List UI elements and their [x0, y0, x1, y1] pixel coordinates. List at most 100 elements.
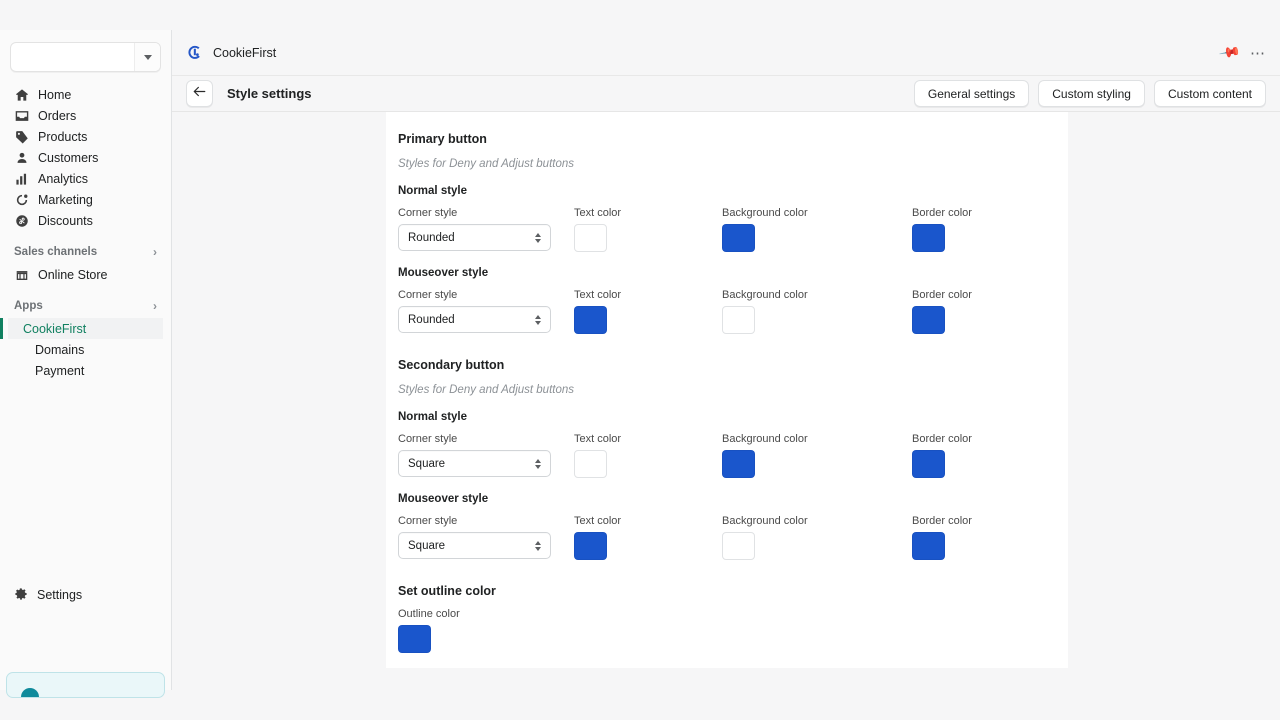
field-label: Background color — [722, 207, 912, 219]
general-settings-button[interactable]: General settings — [914, 80, 1029, 107]
sidebar-item-analytics[interactable]: Analytics — [8, 168, 163, 189]
section-title-outline: Set outline color — [398, 584, 1068, 598]
field-background-color: Background color — [722, 289, 912, 334]
custom-content-button[interactable]: Custom content — [1154, 80, 1266, 107]
text-color-swatch[interactable] — [574, 306, 607, 334]
sidebar-item-label: Customers — [38, 151, 98, 165]
style-heading-primary-normal: Normal style — [398, 185, 1068, 197]
style-heading-secondary-normal: Normal style — [398, 411, 1068, 423]
style-row-secondary-normal: Corner style Square Text color Backgroun… — [398, 433, 1068, 478]
section-subtitle-secondary: Styles for Deny and Adjust buttons — [398, 384, 1068, 396]
sidebar-item-discounts[interactable]: Discounts — [8, 210, 163, 231]
field-text-color: Text color — [574, 289, 722, 334]
settings-label: Settings — [37, 588, 82, 602]
sidebar-item-label: Domains — [35, 343, 84, 357]
stepper-arrows-icon — [535, 315, 541, 325]
app-name: CookieFirst — [213, 46, 276, 60]
background-color-swatch[interactable] — [722, 532, 755, 560]
select-value: Rounded — [408, 232, 455, 244]
corner-style-select[interactable]: Square — [398, 532, 551, 559]
corner-style-select[interactable]: Rounded — [398, 224, 551, 251]
field-corner-style: Corner style Square — [398, 433, 574, 478]
sidebar-bottom-card[interactable] — [6, 672, 165, 698]
text-color-swatch[interactable] — [574, 532, 607, 560]
action-bar: Style settings General settings Custom s… — [172, 76, 1280, 112]
sales-channels-header[interactable]: Sales channels › — [8, 245, 163, 259]
field-label: Border color — [912, 289, 1032, 301]
content-area: Primary button Styles for Deny and Adjus… — [172, 112, 1280, 668]
apps-label: Apps — [14, 300, 43, 312]
back-button[interactable] — [186, 80, 213, 107]
sidebar-item-payment[interactable]: Payment — [8, 360, 163, 381]
sidebar-item-settings[interactable]: Settings — [8, 584, 163, 606]
arrow-left-icon — [192, 84, 207, 104]
field-label: Text color — [574, 515, 722, 527]
sidebar-item-label: Discounts — [38, 214, 93, 228]
sidebar-item-cookiefirst[interactable]: CookieFirst — [8, 318, 163, 339]
gear-icon — [14, 587, 28, 604]
field-label: Background color — [722, 289, 912, 301]
border-color-swatch[interactable] — [912, 532, 945, 560]
marketing-target-icon — [14, 192, 29, 207]
border-color-swatch[interactable] — [912, 450, 945, 478]
section-title-primary: Primary button — [398, 132, 1068, 146]
field-label: Border color — [912, 515, 1032, 527]
field-label: Corner style — [398, 515, 574, 527]
sidebar-item-domains[interactable]: Domains — [8, 339, 163, 360]
sidebar-item-home[interactable]: Home — [8, 84, 163, 105]
store-selector[interactable] — [10, 42, 161, 72]
discounts-percent-icon — [14, 213, 29, 228]
sidebar-item-label: Payment — [35, 364, 84, 378]
border-color-swatch[interactable] — [912, 306, 945, 334]
stepper-arrows-icon — [535, 541, 541, 551]
field-label: Outline color — [398, 608, 574, 620]
settings-card: Primary button Styles for Deny and Adjus… — [386, 112, 1068, 668]
field-corner-style: Corner style Rounded — [398, 289, 574, 334]
style-heading-primary-mouseover: Mouseover style — [398, 267, 1068, 279]
corner-style-select[interactable]: Square — [398, 450, 551, 477]
apps-header[interactable]: Apps › — [8, 299, 163, 313]
sidebar-item-customers[interactable]: Customers — [8, 147, 163, 168]
field-label: Corner style — [398, 433, 574, 445]
sidebar-item-orders[interactable]: Orders — [8, 105, 163, 126]
field-label: Text color — [574, 433, 722, 445]
pin-icon[interactable]: 📌 — [1217, 41, 1241, 65]
field-label: Text color — [574, 207, 722, 219]
custom-styling-button[interactable]: Custom styling — [1038, 80, 1145, 107]
style-row-secondary-mouseover: Corner style Square Text color Backgroun… — [398, 515, 1068, 560]
outline-color-swatch[interactable] — [398, 625, 431, 653]
sidebar-item-products[interactable]: Products — [8, 126, 163, 147]
avatar — [21, 688, 39, 697]
sales-channels-label: Sales channels — [14, 246, 97, 258]
store-icon — [14, 267, 29, 282]
sidebar: Home Orders Products Customers — [0, 30, 172, 690]
field-label: Border color — [912, 207, 1032, 219]
sidebar-item-label: Online Store — [38, 268, 107, 282]
style-row-outline: Outline color — [398, 608, 1068, 653]
topbar-actions: 📌 ⋯ — [1221, 44, 1266, 62]
section-title-secondary: Secondary button — [398, 358, 1068, 372]
field-border-color: Border color — [912, 207, 1032, 252]
background-color-swatch[interactable] — [722, 450, 755, 478]
background-color-swatch[interactable] — [722, 224, 755, 252]
field-border-color: Border color — [912, 289, 1032, 334]
select-value: Square — [408, 540, 445, 552]
corner-style-select[interactable]: Rounded — [398, 306, 551, 333]
field-text-color: Text color — [574, 515, 722, 560]
select-value: Square — [408, 458, 445, 470]
text-color-swatch[interactable] — [574, 450, 607, 478]
sidebar-item-online-store[interactable]: Online Store — [8, 264, 163, 285]
field-label: Background color — [722, 433, 912, 445]
background-color-swatch[interactable] — [722, 306, 755, 334]
border-color-swatch[interactable] — [912, 224, 945, 252]
more-horizontal-icon[interactable]: ⋯ — [1250, 44, 1266, 62]
orders-icon — [14, 108, 29, 123]
customers-person-icon — [14, 150, 29, 165]
sidebar-item-marketing[interactable]: Marketing — [8, 189, 163, 210]
chevron-down-icon[interactable] — [134, 43, 160, 71]
sidebar-item-label: Marketing — [38, 193, 93, 207]
primary-nav: Home Orders Products Customers — [0, 80, 171, 381]
app-root: Home Orders Products Customers — [0, 0, 1280, 720]
text-color-swatch[interactable] — [574, 224, 607, 252]
field-outline-color: Outline color — [398, 608, 574, 653]
